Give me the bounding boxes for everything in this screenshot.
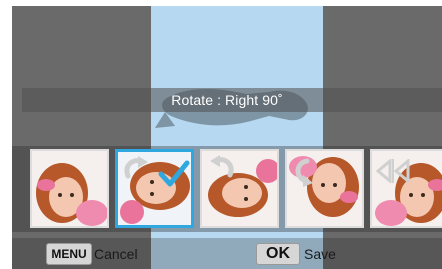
rotate-left-icon — [210, 155, 234, 178]
thumb-rotate-180[interactable] — [285, 149, 364, 228]
cancel-label: Cancel — [94, 246, 138, 262]
flip-horizontal-icon — [376, 159, 410, 183]
thumb-rotate-right[interactable] — [115, 149, 194, 228]
menu-key-button[interactable]: MENU — [46, 243, 92, 265]
thumb-flip-horizontal[interactable] — [370, 149, 442, 228]
ok-key-button[interactable]: OK — [256, 243, 300, 265]
thumb-original[interactable] — [30, 149, 109, 228]
thumb-rotate-left[interactable] — [200, 149, 279, 228]
rotate-screen: Rotate : Right 90˚ MENU Cancel OK Save — [12, 6, 442, 269]
save-label: Save — [304, 246, 336, 262]
rotate-right-icon — [124, 156, 148, 179]
checkmark-icon — [158, 160, 190, 187]
child-photo-icon — [32, 151, 107, 226]
rotate-180-icon — [295, 158, 313, 187]
rotate-mode-label: Rotate : Right 90˚ — [171, 92, 283, 108]
